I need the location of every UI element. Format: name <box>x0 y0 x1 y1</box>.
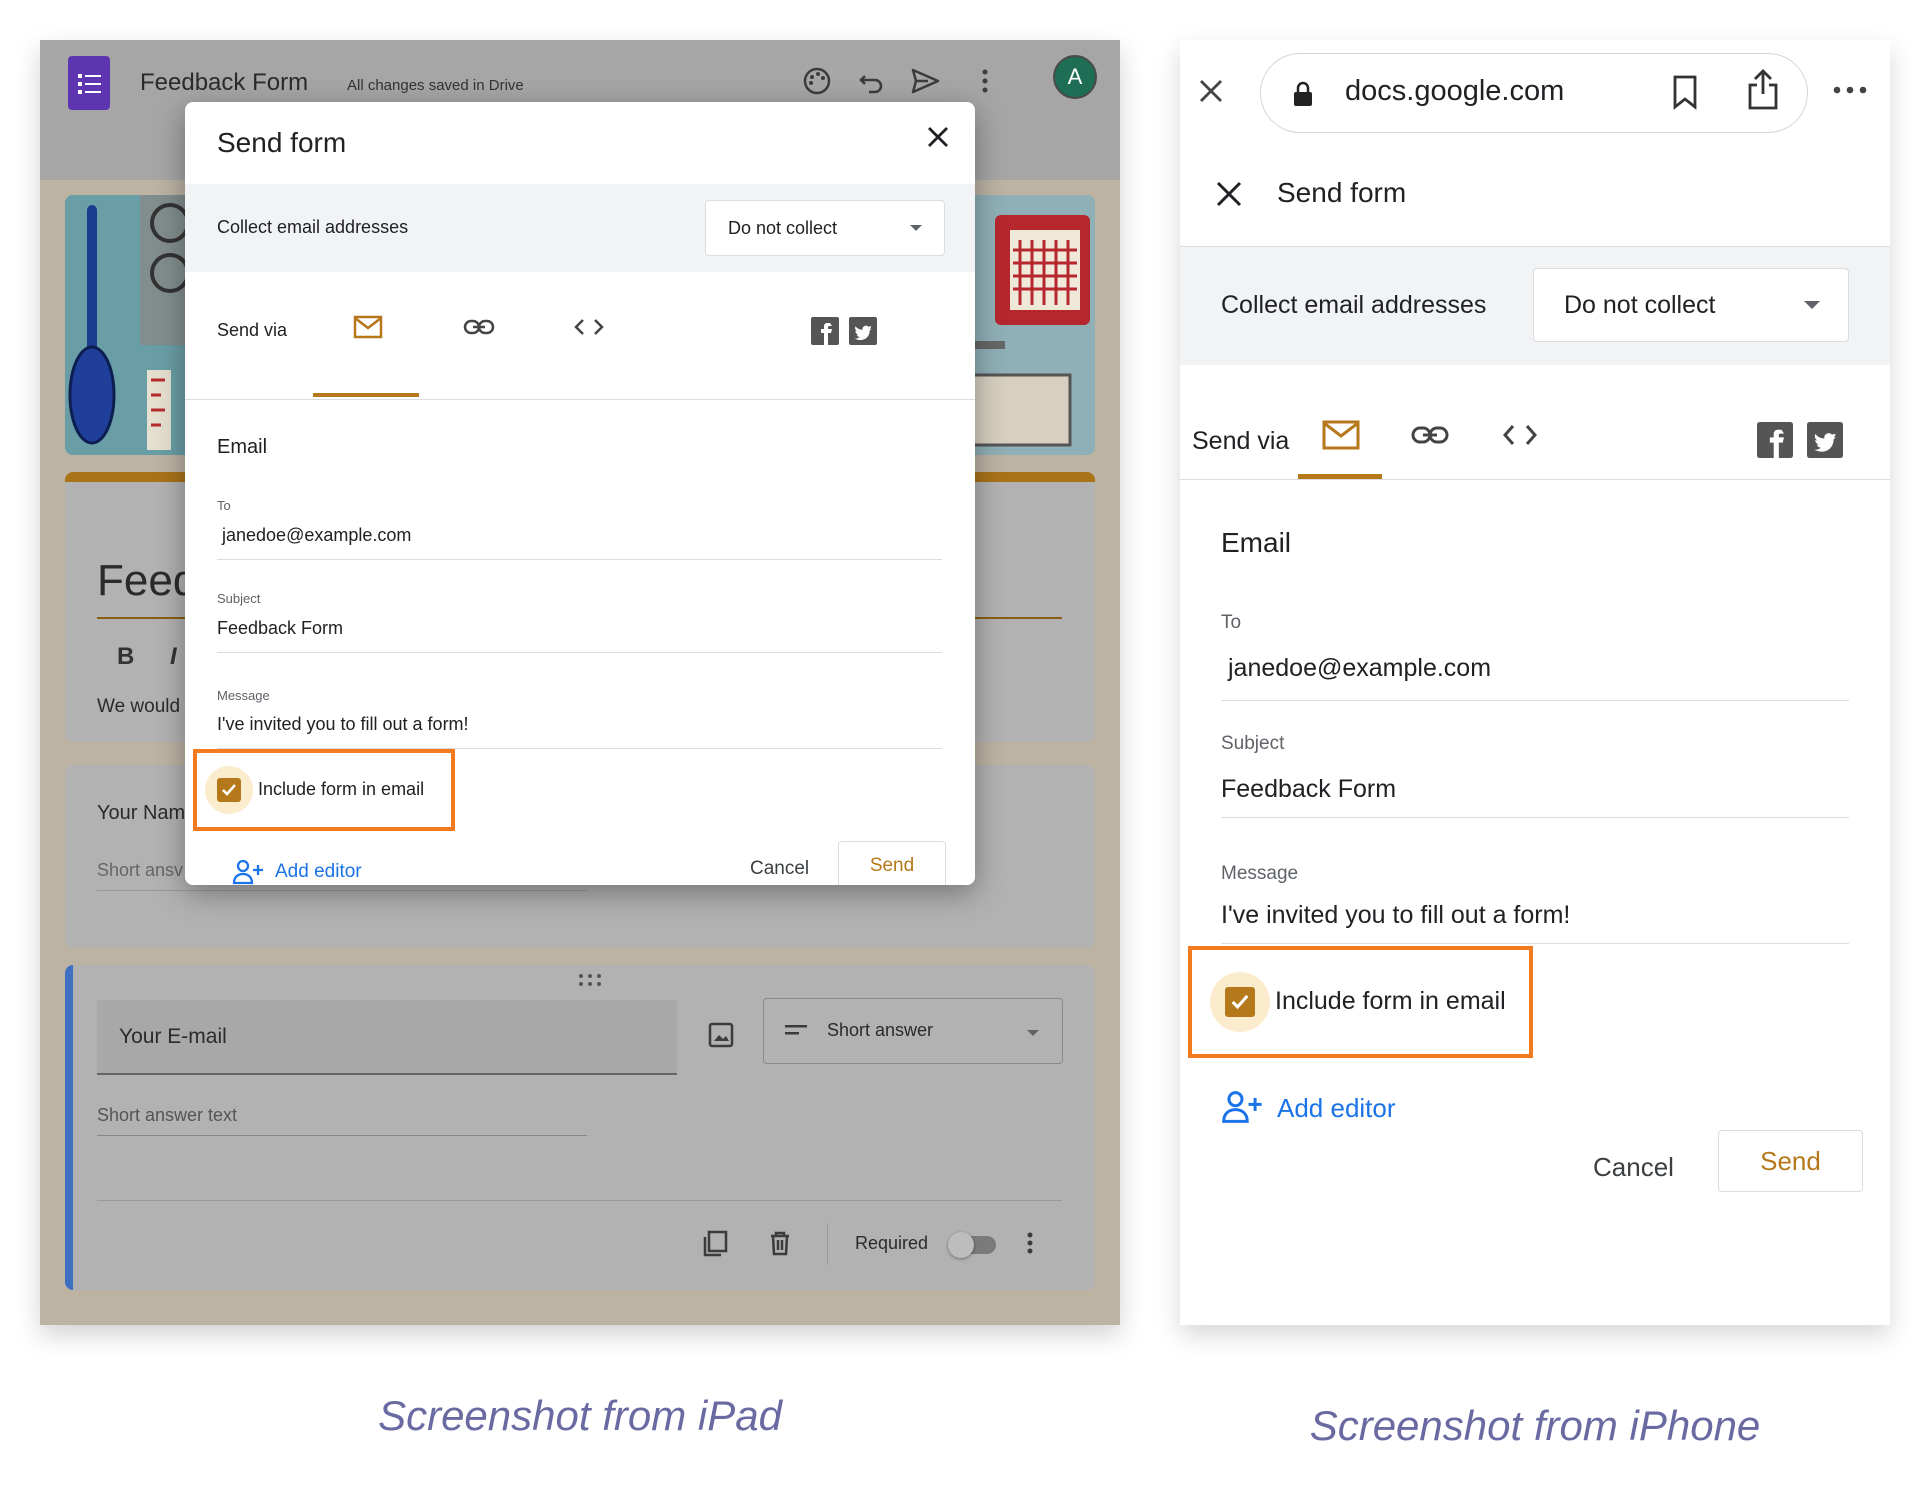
dialog-title: Send form <box>1277 177 1407 208</box>
collect-email-select[interactable]: Do not collect <box>705 200 945 256</box>
send-icon[interactable] <box>908 64 942 98</box>
answer-line <box>97 890 587 891</box>
email-section-title: Email <box>217 436 268 458</box>
facebook-icon[interactable] <box>1757 422 1793 458</box>
delete-icon[interactable] <box>765 1228 795 1258</box>
question-title-text: Your E-mail <box>119 1025 227 1048</box>
collect-email-select[interactable]: Do not collect <box>1533 268 1849 342</box>
dialog-title: Send form <box>217 127 347 158</box>
send-via-label: Send via <box>217 320 288 340</box>
ipad-caption: Screenshot from iPad <box>378 1392 782 1439</box>
subject-input[interactable]: Feedback Form <box>1221 766 1849 818</box>
app-title: Feedback Form <box>140 69 309 96</box>
question-type-label: Short answer <box>827 1020 934 1040</box>
toolbar-divider <box>827 1223 828 1265</box>
highlight-box <box>1188 946 1533 1058</box>
message-label: Message <box>1221 863 1299 884</box>
cancel-button[interactable]: Cancel <box>1593 1152 1674 1183</box>
short-answer-placeholder: Short ansv <box>97 860 184 880</box>
tab-embed-icon[interactable] <box>572 315 606 339</box>
to-input[interactable]: janedoe@example.com <box>217 517 942 560</box>
drag-handle-icon[interactable] <box>577 973 603 987</box>
tabs-divider <box>1180 479 1890 480</box>
message-label: Message <box>217 688 270 703</box>
italic-icon[interactable]: I <box>170 643 177 671</box>
cancel-button[interactable]: Cancel <box>750 858 809 880</box>
chevron-down-icon <box>1027 1030 1039 1036</box>
google-forms-icon <box>68 56 110 110</box>
answer-line <box>97 1135 587 1136</box>
share-icon[interactable] <box>1746 68 1780 112</box>
collect-email-label: Collect email addresses <box>217 217 409 237</box>
duplicate-icon[interactable] <box>700 1228 730 1258</box>
avatar[interactable]: A <box>1053 55 1097 99</box>
undo-icon[interactable] <box>855 64 889 98</box>
subject-value: Feedback Form <box>217 618 344 638</box>
tabs-divider <box>185 399 975 400</box>
more-vert-icon[interactable] <box>1015 1228 1045 1258</box>
tab-email-icon[interactable] <box>352 314 384 340</box>
ipad-screenshot: Feedback Form All changes saved in Drive… <box>40 40 1120 1325</box>
url-text: docs.google.com <box>1345 75 1565 107</box>
add-person-icon[interactable] <box>1220 1090 1264 1124</box>
add-editor-button[interactable]: Add editor <box>275 861 362 883</box>
image-icon[interactable] <box>706 1020 736 1050</box>
twitter-icon[interactable] <box>849 317 877 345</box>
twitter-icon[interactable] <box>1807 422 1843 458</box>
close-icon[interactable] <box>1215 180 1243 208</box>
bookmark-icon[interactable] <box>1670 74 1700 110</box>
highlight-box <box>193 749 455 831</box>
collect-email-label: Collect email addresses <box>1221 291 1487 319</box>
email-section-title: Email <box>1221 527 1292 558</box>
more-vert-icon[interactable] <box>968 64 1002 98</box>
save-status: All changes saved in Drive <box>347 77 524 94</box>
short-answer-icon <box>785 1023 809 1037</box>
send-form-dialog: Send form Collect email addresses Do not… <box>185 102 975 885</box>
send-button[interactable]: Send <box>1718 1130 1863 1192</box>
form-title[interactable]: Feed <box>97 556 197 606</box>
iphone-screenshot: docs.google.com Send form Collect email … <box>1180 40 1890 1325</box>
palette-icon[interactable] <box>800 64 834 98</box>
required-toggle[interactable] <box>948 1232 996 1258</box>
subject-input[interactable]: Feedback Form <box>217 608 942 653</box>
subject-label: Subject <box>1221 733 1285 754</box>
subject-label: Subject <box>217 591 261 606</box>
message-value: I've invited you to fill out a form! <box>1221 901 1571 929</box>
to-label: To <box>1221 612 1242 633</box>
send-button[interactable]: Send <box>838 841 946 885</box>
tab-link-icon[interactable] <box>1410 421 1450 449</box>
to-input[interactable]: janedoe@example.com <box>1221 645 1849 701</box>
message-input[interactable]: I've invited you to fill out a form! <box>1221 892 1849 944</box>
tab-embed-icon[interactable] <box>1500 421 1540 449</box>
chevron-down-icon <box>910 225 922 231</box>
chevron-down-icon <box>1804 301 1820 309</box>
iphone-caption: Screenshot from iPhone <box>1309 1402 1761 1449</box>
required-label: Required <box>855 1233 929 1253</box>
message-value: I've invited you to fill out a form! <box>217 714 469 734</box>
close-icon[interactable] <box>925 124 951 150</box>
question-title: Your Nam <box>97 802 186 824</box>
collect-email-value: Do not collect <box>1564 290 1716 319</box>
more-horiz-icon[interactable] <box>1832 84 1868 96</box>
tab-email-icon[interactable] <box>1321 418 1361 452</box>
tab-link-icon[interactable] <box>462 315 496 339</box>
bold-icon[interactable]: B <box>117 643 134 671</box>
add-editor-button[interactable]: Add editor <box>1277 1093 1396 1124</box>
to-value: janedoe@example.com <box>222 525 412 545</box>
to-value: janedoe@example.com <box>1228 654 1492 682</box>
active-tab-indicator <box>313 393 419 397</box>
facebook-icon[interactable] <box>811 317 839 345</box>
close-browser-icon[interactable] <box>1197 77 1225 105</box>
form-description[interactable]: We would <box>97 696 180 718</box>
subject-value: Feedback Form <box>1221 775 1397 803</box>
short-answer-text: Short answer text <box>97 1105 238 1125</box>
collect-email-value: Do not collect <box>728 217 838 238</box>
add-person-icon[interactable] <box>232 859 264 885</box>
card-divider <box>97 1200 1062 1201</box>
lock-icon <box>1292 80 1314 108</box>
message-input[interactable]: I've invited you to fill out a form! <box>217 704 942 749</box>
send-via-label: Send via <box>1192 427 1290 455</box>
to-label: To <box>217 498 231 513</box>
